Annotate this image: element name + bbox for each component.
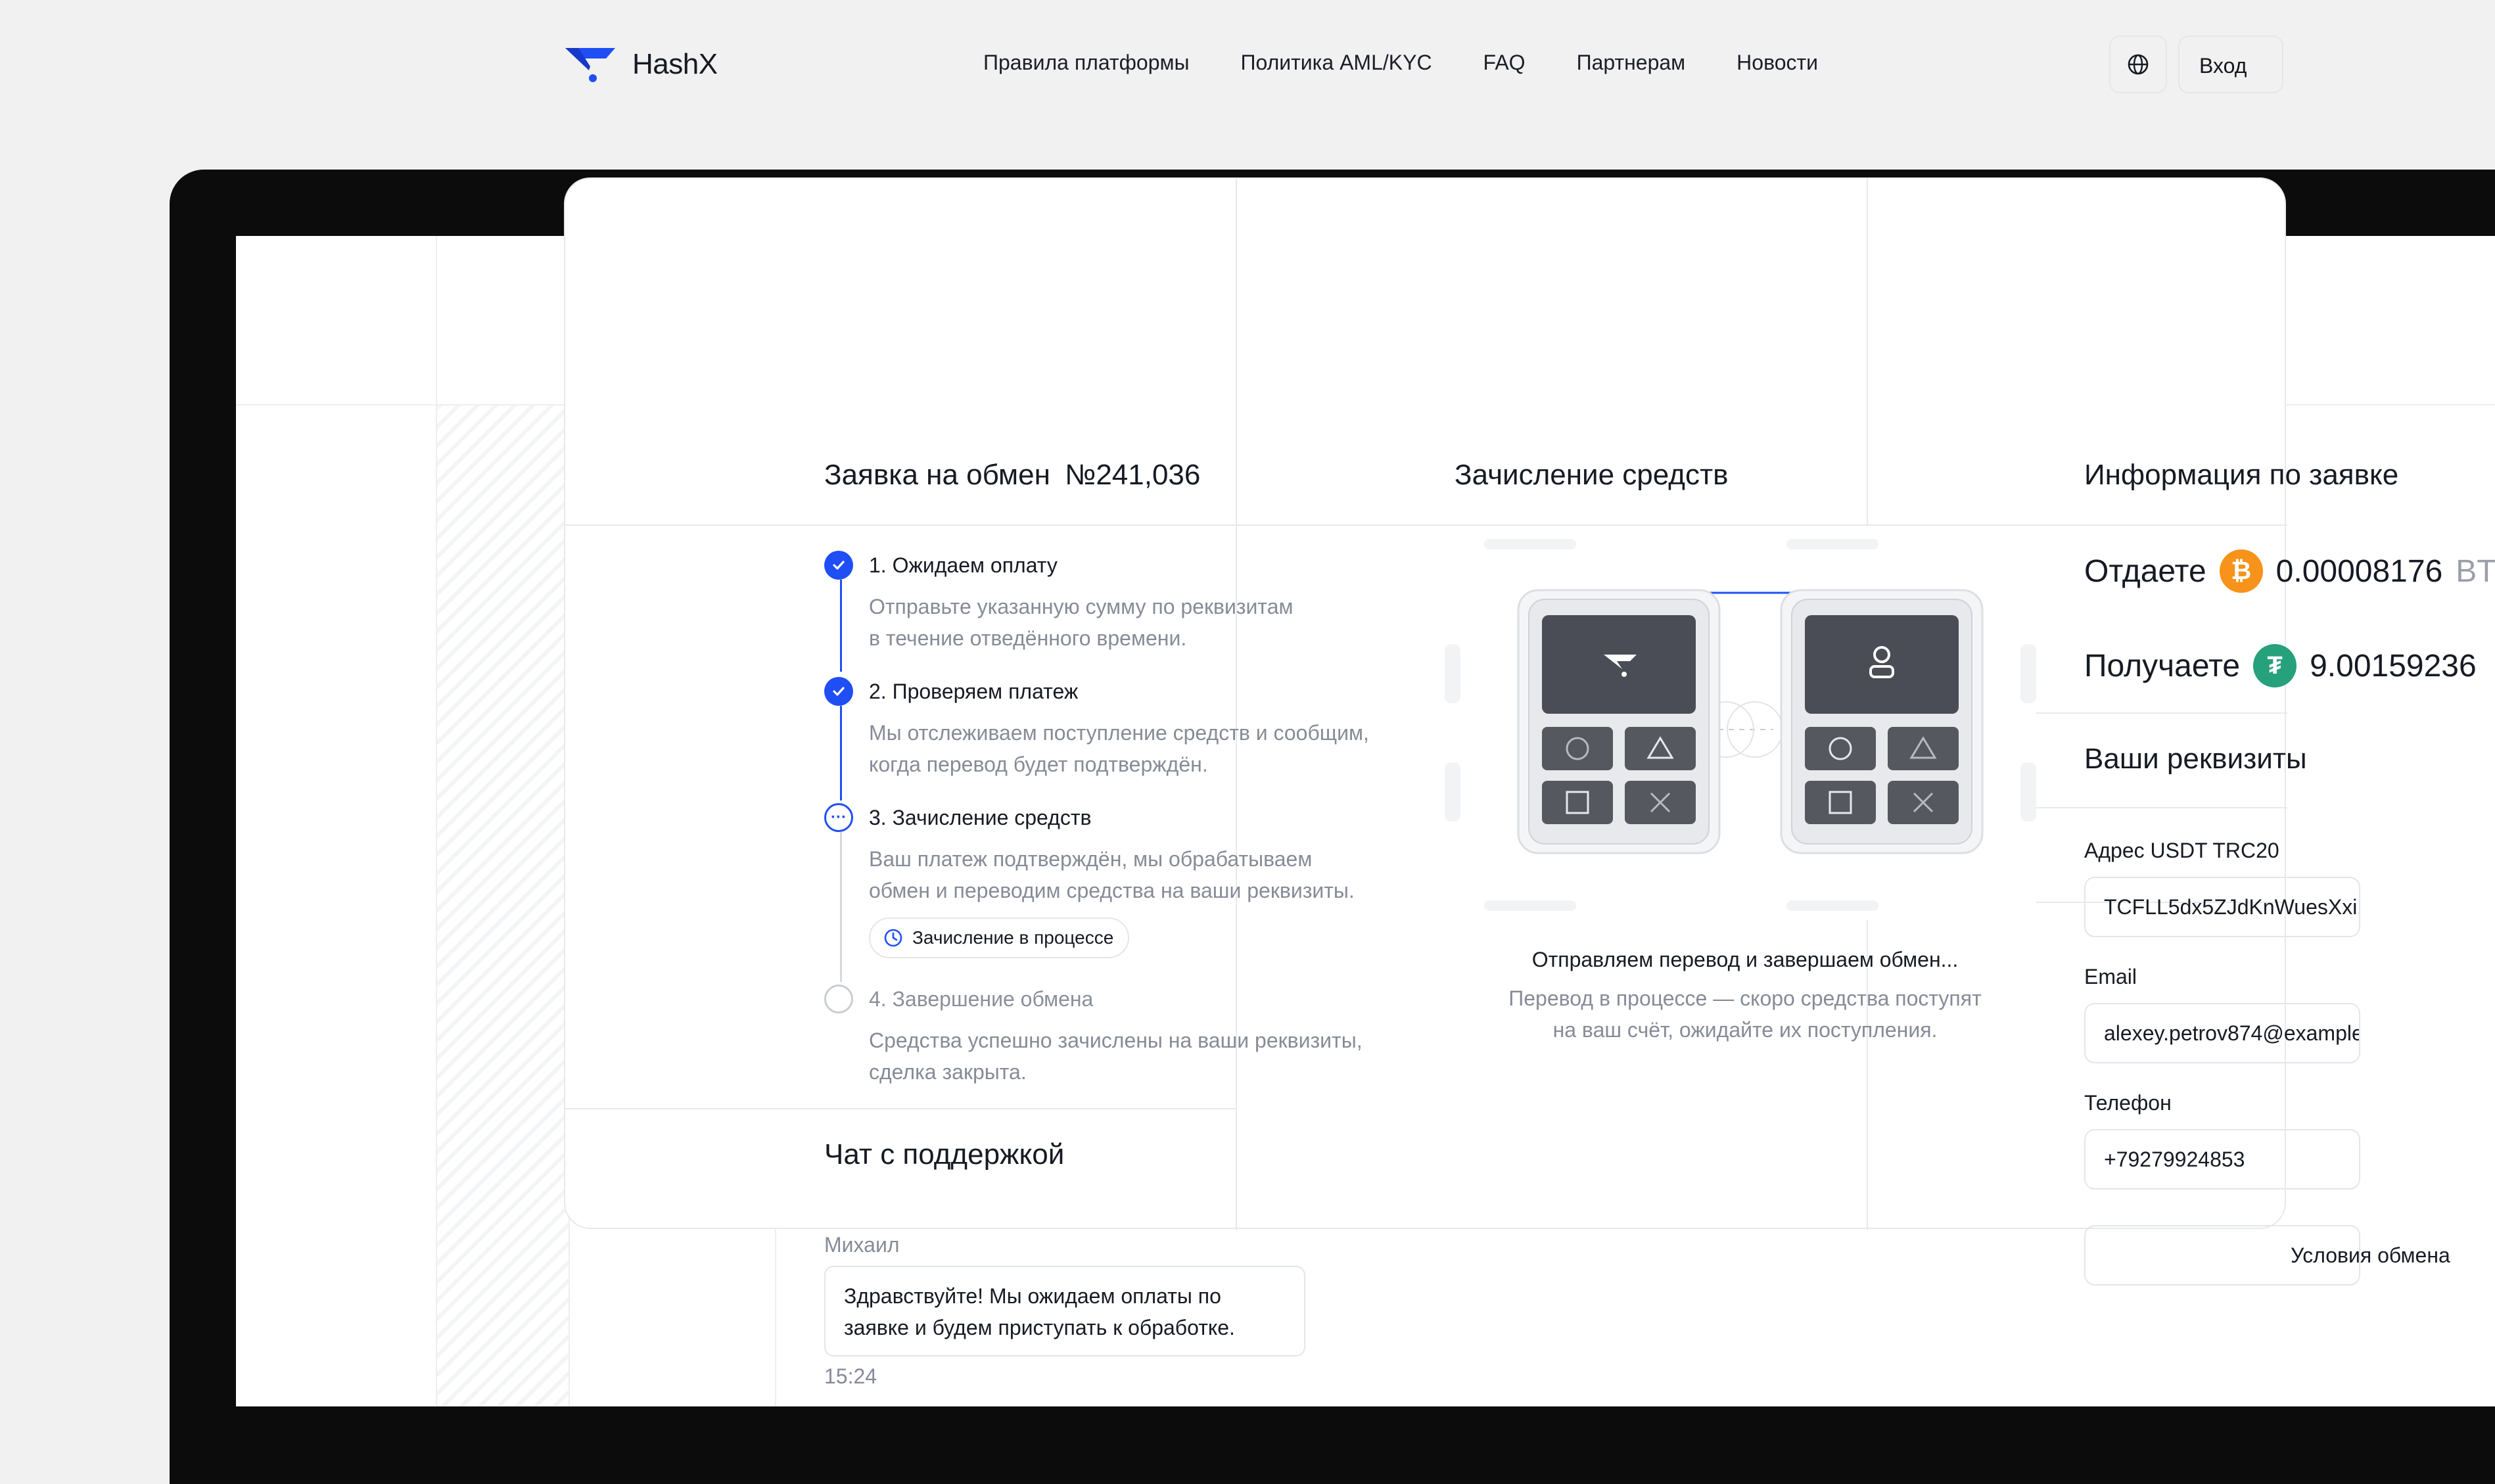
- nav-item-rules[interactable]: Правила платформы: [983, 51, 1190, 75]
- login-button[interactable]: Вход: [2178, 35, 2283, 93]
- step-title: 1. Ожидаем оплату: [869, 553, 1058, 577]
- transfer-illustration: [1445, 526, 2036, 920]
- step-desc: Отправьте указанную сумму по реквизитам …: [869, 591, 1293, 654]
- step-desc-line: когда перевод будет подтверждён.: [869, 753, 1208, 776]
- chat-message-line: заявке и будем приступать к обработке.: [844, 1316, 1235, 1339]
- step-desc-line: сделка закрыта.: [869, 1060, 1027, 1084]
- status-badge: Зачисление в процессе: [869, 917, 1130, 958]
- order-title-text: Заявка на обмен: [824, 459, 1050, 491]
- requisites-title: Ваши реквизиты: [2084, 743, 2307, 775]
- step-desc-line: обмен и переводим средства на ваши рекви…: [869, 879, 1355, 902]
- chat-message-line: Здравствуйте! Мы ожидаем оплаты по: [844, 1284, 1221, 1308]
- phone-label: Телефон: [2084, 1091, 2172, 1115]
- step-3: ··· 3. Зачисление средств Ваш платеж под…: [824, 803, 1355, 906]
- address-label: Адрес USDT TRC20: [2084, 839, 2279, 862]
- step-title: 2. Проверяем платеж: [869, 680, 1079, 703]
- main-nav: Правила платформы Политика AML/KYC FAQ П…: [983, 51, 1818, 75]
- row-divider: [565, 1108, 1236, 1109]
- funding-caption-main: Отправляем перевод и завершаем обмен...: [1531, 948, 1959, 971]
- timeline-line-done: [840, 706, 842, 800]
- funding-caption-sub: Перевод в процессе — скоро средства пост…: [1439, 983, 2051, 1046]
- check-icon: [824, 677, 853, 706]
- step-desc: Мы отслеживаем поступление средств и соо…: [869, 717, 1369, 780]
- address-field[interactable]: TCFLL5dx5ZJdKnWuesXxi1VPwjLVmW: [2084, 877, 2360, 937]
- email-label: Email: [2084, 965, 2137, 988]
- user-device: [1780, 589, 1984, 854]
- globe-icon: [2128, 54, 2149, 75]
- funding-caption: Отправляем перевод и завершаем обмен... …: [1439, 948, 2051, 1046]
- step-desc: Ваш платеж подтверждён, мы обрабатываем …: [869, 843, 1355, 906]
- step-4: 4. Завершение обмена Средства успешно за…: [824, 985, 1363, 1088]
- get-amount: 9.00159236: [2310, 648, 2477, 684]
- bitcoin-icon: ₿: [2219, 549, 2263, 593]
- clock-icon: [884, 929, 902, 947]
- timeline-line-pending: [840, 832, 842, 982]
- chat-sender: Михаил: [824, 1233, 900, 1257]
- circle-icon: [824, 985, 853, 1013]
- nav-item-news[interactable]: Новости: [1737, 51, 1818, 75]
- order-number: №241,036: [1065, 459, 1201, 491]
- nav-item-aml[interactable]: Политика AML/KYC: [1241, 51, 1432, 75]
- check-icon: [824, 551, 853, 580]
- step-1: 1. Ожидаем оплату Отправьте указанную су…: [824, 551, 1293, 654]
- chat-message: Здравствуйте! Мы ожидаем оплаты по заявк…: [824, 1266, 1305, 1356]
- funding-title: Зачисление средств: [1455, 459, 1729, 491]
- email-field[interactable]: alexey.petrov874@example.com: [2084, 1003, 2360, 1063]
- step-desc-line: Отправьте указанную сумму по реквизитам: [869, 595, 1294, 618]
- terms-button[interactable]: Условия обмена: [2084, 1225, 2450, 1286]
- funding-caption-line: на ваш счёт, ожидайте их поступления.: [1552, 1018, 1938, 1042]
- get-amount-row: Получаете ₮ 9.00159236: [2084, 644, 2477, 687]
- logo[interactable]: HashX: [563, 44, 718, 85]
- order-title: Заявка на обмен №241,036: [824, 459, 1200, 492]
- logo-text: HashX: [632, 48, 718, 80]
- timeline-line-done: [840, 580, 842, 672]
- step-desc-line: Средства успешно зачислены на ваши рекви…: [869, 1029, 1363, 1052]
- tether-icon: ₮: [2253, 644, 2297, 687]
- row-divider: [565, 524, 1236, 526]
- status-badge-text: Зачисление в процессе: [912, 927, 1114, 948]
- give-amount: 0.00008176: [2275, 553, 2443, 589]
- step-desc: Средства успешно зачислены на ваши рекви…: [869, 1025, 1363, 1088]
- get-label: Получаете: [2084, 648, 2241, 684]
- step-title: 3. Зачисление средств: [869, 806, 1092, 829]
- nav-item-faq[interactable]: FAQ: [1483, 51, 1526, 75]
- phone-field[interactable]: +79279924853: [2084, 1129, 2360, 1190]
- give-amount-row: Отдаете ₿ 0.00008176 BTC: [2084, 549, 2495, 593]
- step-desc-line: Ваш платеж подтверждён, мы обрабатываем: [869, 847, 1313, 871]
- info-title: Информация по заявке: [2084, 459, 2399, 491]
- chat-time: 15:24: [824, 1364, 877, 1388]
- step-desc-line: в течение отведённого времени.: [869, 626, 1187, 650]
- nav-item-partners[interactable]: Партнерам: [1577, 51, 1686, 75]
- decor-hatch: [437, 406, 569, 1406]
- language-button[interactable]: [2109, 35, 2167, 93]
- chat-title: Чат с поддержкой: [824, 1138, 1065, 1171]
- exchange-device: [1517, 589, 1721, 854]
- step-title: 4. Завершение обмена: [869, 987, 1094, 1011]
- hashx-logo-icon: [565, 48, 615, 82]
- give-label: Отдаете: [2084, 553, 2206, 589]
- funding-caption-line: Перевод в процессе — скоро средства пост…: [1508, 986, 1982, 1010]
- step-2: 2. Проверяем платеж Мы отслеживаем посту…: [824, 677, 1369, 780]
- step-desc-line: Мы отслеживаем поступление средств и соо…: [869, 721, 1369, 745]
- more-dots-icon: ···: [824, 803, 853, 832]
- give-unit: BTC: [2456, 553, 2495, 589]
